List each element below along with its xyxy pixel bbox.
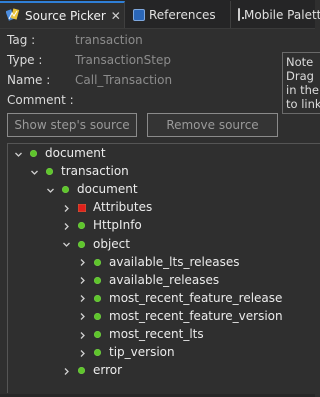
attributes-square-icon	[78, 204, 86, 213]
mobile-palette-icon	[238, 8, 244, 21]
tree-node[interactable]: Attributes	[8, 199, 318, 217]
element-dot-icon	[78, 367, 85, 375]
note-line: to link	[286, 97, 320, 111]
tree-node[interactable]: document	[8, 145, 318, 163]
tab-mobile-palette[interactable]: Mobile Palette	[232, 1, 320, 28]
show-steps-source-button[interactable]: Show step's source	[7, 113, 137, 137]
tree-node[interactable]: most_recent_lts	[8, 326, 318, 344]
tree-node-label: available_releases	[109, 272, 220, 287]
close-icon[interactable]: ✕	[111, 9, 121, 23]
tree-node-label: document	[45, 146, 106, 160]
chevron-right-icon[interactable]	[75, 344, 89, 362]
tree-node[interactable]: available_lts_releases	[8, 254, 318, 272]
tree-node[interactable]: transaction	[8, 163, 318, 181]
name-value: Call_Transaction	[75, 73, 173, 87]
chevron-right-icon[interactable]	[75, 254, 89, 272]
tree-node-label: HttpInfo	[93, 218, 142, 233]
chevron-right-icon[interactable]	[59, 217, 73, 235]
tree-node-label: tip_version	[109, 345, 175, 360]
tree-node-label: document	[77, 182, 138, 197]
tree-node-label: available_lts_releases	[109, 254, 240, 269]
tab-source-picker-label: Source Picker	[25, 8, 106, 23]
tree-node[interactable]: document	[8, 181, 318, 199]
tab-references-label: References	[149, 7, 216, 22]
element-dot-icon	[94, 349, 101, 357]
chevron-down-icon[interactable]	[27, 163, 41, 181]
tree-node-label: error	[93, 363, 123, 378]
tree-node-label: most_recent_feature_release	[109, 290, 283, 305]
chevron-down-icon[interactable]	[43, 181, 57, 199]
element-dot-icon	[94, 294, 101, 302]
note-line: in the	[286, 83, 320, 97]
note-line: Note	[286, 55, 314, 69]
tab-source-picker[interactable]: Source Picker ✕	[0, 1, 125, 28]
tree-node[interactable]: available_releases	[8, 272, 318, 290]
element-dot-icon	[62, 186, 69, 194]
tree-node-label: transaction	[61, 164, 129, 179]
tab-mobile-palette-label: Mobile Palette	[244, 7, 320, 22]
chevron-down-icon[interactable]	[59, 236, 73, 254]
tree-node-label: most_recent_feature_version	[109, 308, 283, 323]
tree-node[interactable]: most_recent_feature_version	[8, 308, 318, 326]
chevron-right-icon[interactable]	[59, 362, 73, 380]
tag-label: Tag :	[7, 33, 36, 47]
element-dot-icon	[94, 312, 101, 320]
chevron-right-icon[interactable]	[75, 308, 89, 326]
type-label: Type :	[7, 53, 43, 67]
tree-node[interactable]: object	[8, 236, 318, 254]
tree-node[interactable]: error	[8, 362, 318, 380]
tab-references[interactable]: References	[127, 1, 231, 28]
references-icon	[133, 8, 145, 21]
element-dot-icon	[94, 258, 101, 266]
tree-node-label: Attributes	[93, 200, 153, 215]
tree-node-label: most_recent_lts	[109, 327, 204, 341]
element-dot-icon	[30, 150, 37, 157]
chevron-right-icon[interactable]	[75, 290, 89, 308]
view-tab-bar: Source Picker ✕ References Mobile Palett…	[0, 0, 320, 29]
tree-node[interactable]: HttpInfo	[8, 217, 318, 235]
element-dot-icon	[78, 240, 85, 248]
chevron-right-icon[interactable]	[75, 326, 89, 344]
element-dot-icon	[94, 331, 101, 338]
tree-node-label: object	[93, 236, 130, 251]
tree-node[interactable]: tip_version	[8, 344, 318, 362]
note-line: Drag	[286, 69, 314, 83]
name-label: Name :	[7, 73, 51, 87]
remove-source-button[interactable]: Remove source	[147, 113, 278, 137]
element-dot-icon	[94, 276, 101, 284]
comment-label: Comment :	[7, 93, 74, 107]
tag-value: transaction	[75, 33, 143, 47]
source-tree[interactable]: document transaction document Attributes Htt…	[7, 143, 320, 393]
type-value: TransactionStep	[75, 53, 171, 67]
note-panel: Note Drag in the to link	[282, 52, 320, 114]
element-dot-icon	[78, 222, 85, 230]
source-picker-icon	[5, 7, 21, 25]
element-dot-icon	[46, 168, 53, 176]
tree-node[interactable]: most_recent_feature_release	[8, 290, 318, 308]
chevron-right-icon[interactable]	[59, 199, 73, 217]
chevron-down-icon[interactable]	[11, 145, 25, 163]
chevron-right-icon[interactable]	[75, 272, 89, 290]
